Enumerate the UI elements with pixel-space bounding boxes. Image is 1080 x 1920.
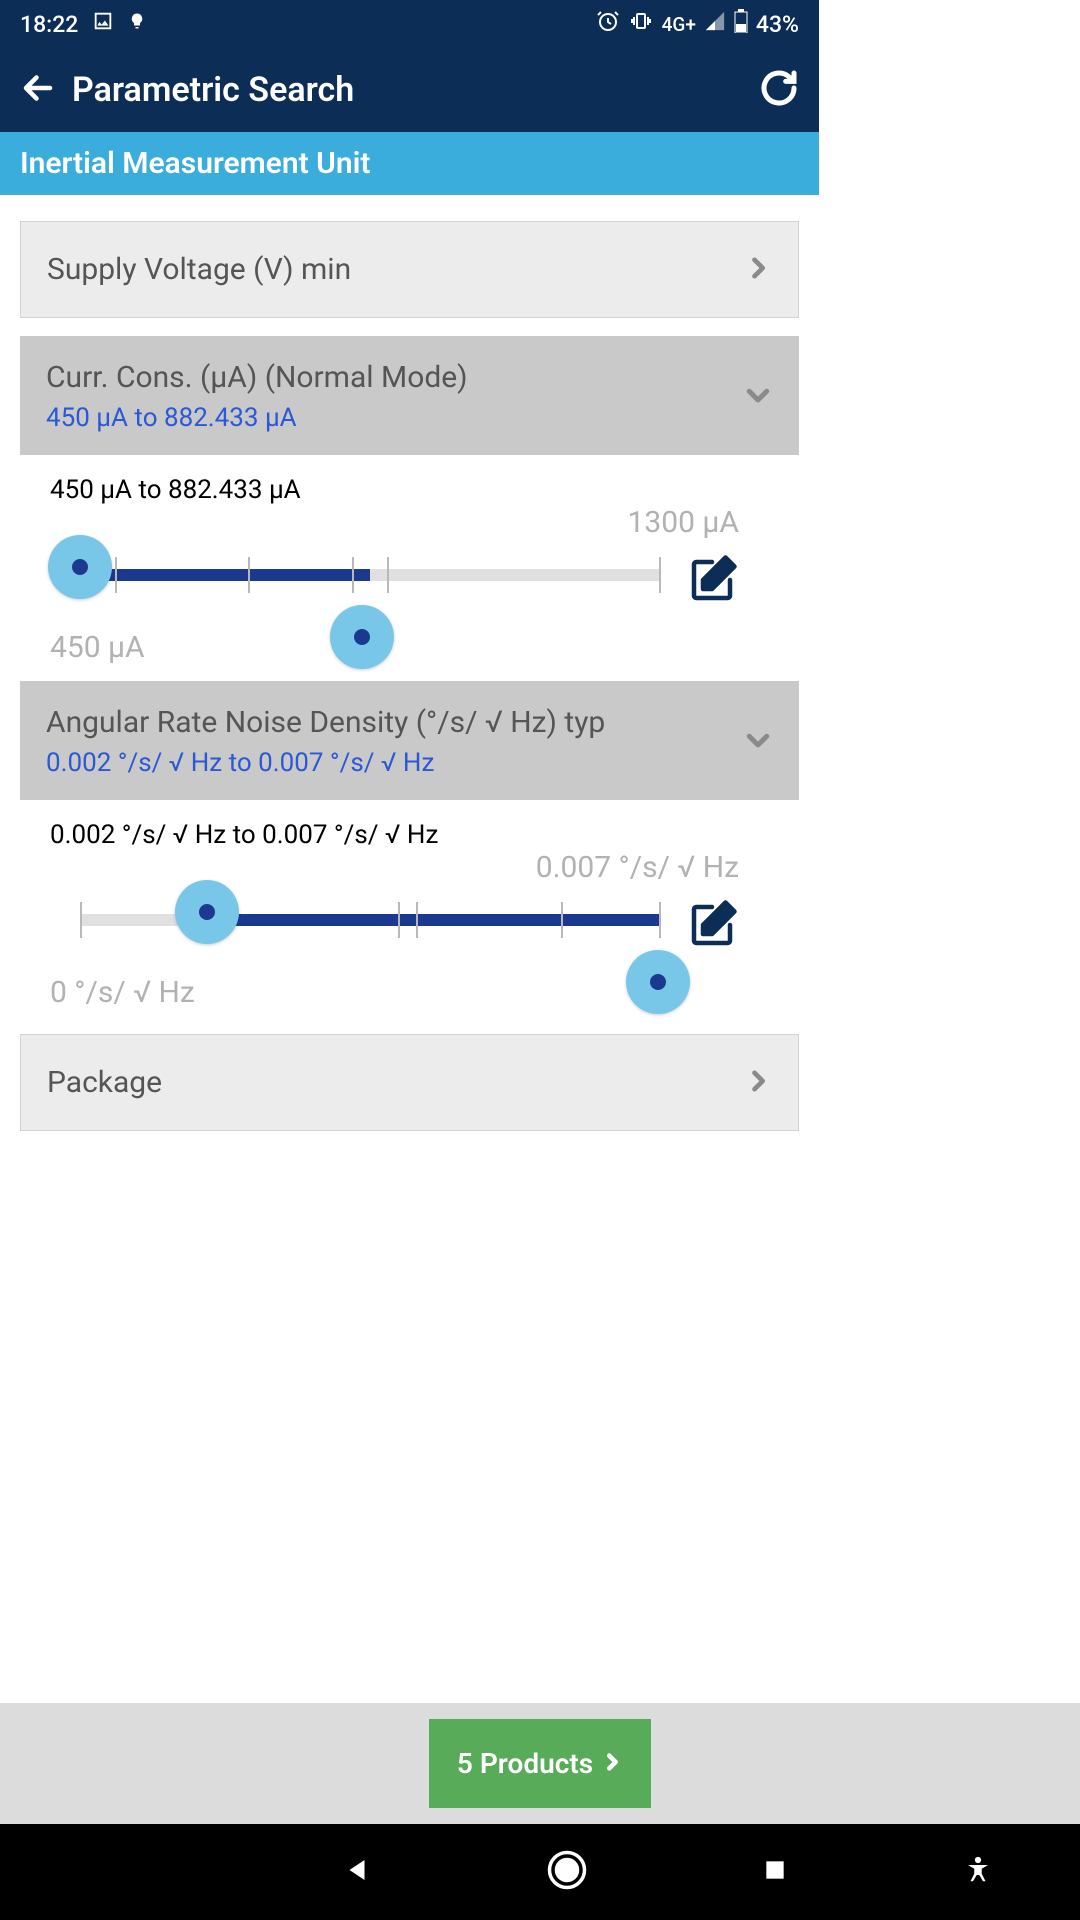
slider-handle-max[interactable] xyxy=(626,950,690,1014)
filter-package[interactable]: Package xyxy=(20,1034,799,1131)
page-title: Parametric Search xyxy=(72,70,759,110)
chevron-right-icon xyxy=(744,1067,772,1099)
back-button[interactable] xyxy=(20,70,56,110)
slider-fill xyxy=(80,569,370,581)
slider-min-label: 450 µA xyxy=(50,630,145,665)
nav-home-button[interactable] xyxy=(546,1849,588,1895)
filter-label: Angular Rate Noise Density (°/s/ √ Hz) t… xyxy=(46,705,743,740)
chevron-down-icon xyxy=(743,380,773,414)
results-label: 5 Products xyxy=(457,1747,593,1780)
slider-tick xyxy=(387,557,389,593)
picture-icon xyxy=(92,10,114,38)
filter-summary: 0.002 °/s/ √ Hz to 0.007 °/s/ √ Hz xyxy=(46,748,743,778)
filter-current-consumption-header[interactable]: Curr. Cons. (µA) (Normal Mode) 450 µA to… xyxy=(20,336,799,455)
filter-current-consumption-body: 450 µA to 882.433 µA 1300 µA 450 µA xyxy=(20,455,799,663)
slider-fill xyxy=(225,914,659,926)
slider-tick xyxy=(80,902,82,938)
slider-handle-min[interactable] xyxy=(48,535,112,599)
edit-button[interactable] xyxy=(685,898,739,956)
chevron-right-icon xyxy=(744,254,772,286)
refresh-button[interactable] xyxy=(759,68,799,112)
chevron-right-icon xyxy=(601,1747,623,1780)
nav-back-button[interactable] xyxy=(342,1855,372,1889)
filter-angular-rate-header[interactable]: Angular Rate Noise Density (°/s/ √ Hz) t… xyxy=(20,681,799,800)
signal-icon xyxy=(704,10,726,38)
alarm-icon xyxy=(596,9,620,39)
range-text: 0.002 °/s/ √ Hz to 0.007 °/s/ √ Hz xyxy=(50,820,799,850)
app-bar: Parametric Search xyxy=(0,48,819,132)
vibrate-icon xyxy=(628,9,654,39)
slider-min-label: 0 °/s/ √ Hz xyxy=(50,975,195,1010)
slider-handle-min[interactable] xyxy=(175,880,239,944)
system-nav-bar xyxy=(0,1824,1080,1920)
slider-tick xyxy=(248,557,250,593)
slider-handle-max[interactable] xyxy=(330,605,394,669)
edit-button[interactable] xyxy=(685,553,739,611)
chevron-down-icon xyxy=(743,725,773,759)
bulb-icon xyxy=(128,10,146,38)
slider-tick xyxy=(416,902,418,938)
filter-supply-voltage[interactable]: Supply Voltage (V) min xyxy=(20,221,799,318)
slider-tick xyxy=(659,902,661,938)
filter-angular-rate-body: 0.002 °/s/ √ Hz to 0.007 °/s/ √ Hz 0.007… xyxy=(20,800,799,1008)
filter-list: Supply Voltage (V) min Curr. Cons. (µA) … xyxy=(0,221,819,1131)
slider-tick xyxy=(352,557,354,593)
results-button[interactable]: 5 Products xyxy=(429,1719,651,1808)
slider-tick xyxy=(398,902,400,938)
slider-track xyxy=(80,569,659,581)
slider-tick xyxy=(115,557,117,593)
status-bar: 18:22 4G+ 43% xyxy=(0,0,819,48)
slider-tick xyxy=(561,902,563,938)
slider-max-label: 0.007 °/s/ √ Hz xyxy=(536,850,739,885)
slider-track xyxy=(80,914,659,926)
category-header: Inertial Measurement Unit xyxy=(0,132,819,195)
nav-recent-button[interactable] xyxy=(762,1857,788,1887)
results-bar: 5 Products xyxy=(0,1703,1080,1824)
filter-label: Package xyxy=(47,1065,744,1100)
accessibility-icon[interactable] xyxy=(963,1852,993,1892)
battery-percent: 43% xyxy=(756,11,799,38)
battery-icon xyxy=(734,9,748,39)
network-type: 4G+ xyxy=(662,13,696,36)
range-text: 450 µA to 882.433 µA xyxy=(50,475,799,505)
filter-label: Supply Voltage (V) min xyxy=(47,252,744,287)
slider-max-label: 1300 µA xyxy=(628,505,739,540)
status-time: 18:22 xyxy=(20,11,78,38)
slider-tick xyxy=(659,557,661,593)
filter-summary: 450 µA to 882.433 µA xyxy=(46,403,743,433)
filter-label: Curr. Cons. (µA) (Normal Mode) xyxy=(46,360,743,395)
